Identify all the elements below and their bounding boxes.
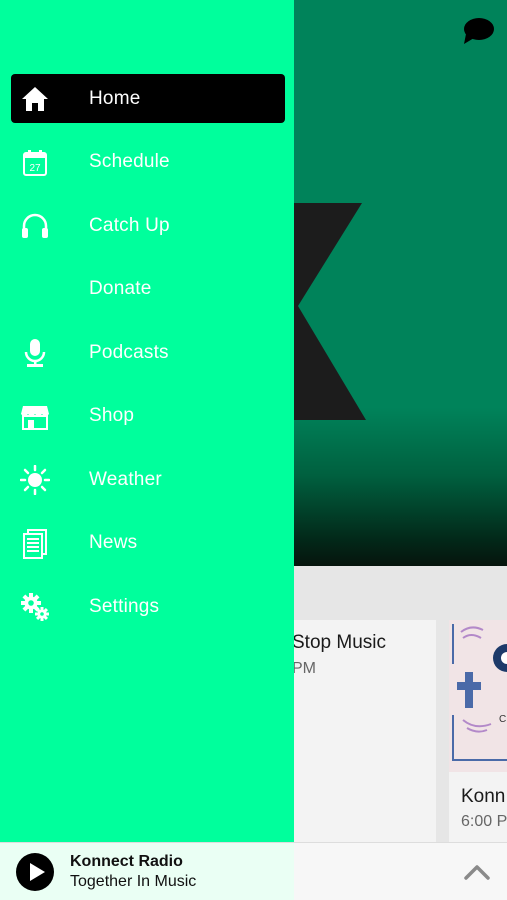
menu-item-weather[interactable]: Weather [11, 455, 285, 504]
menu-item-settings[interactable]: Settings [11, 582, 285, 631]
menu-item-news[interactable]: News [11, 519, 285, 568]
menu-item-label: Shop [89, 405, 135, 426]
menu-item-donate[interactable]: Donate [11, 265, 285, 314]
microphone-icon [20, 338, 50, 368]
svg-text:27: 27 [29, 163, 41, 174]
news-icon [20, 528, 50, 559]
menu-item-home[interactable]: Home [11, 74, 285, 123]
show-card-title: Konn [461, 786, 506, 807]
menu-item-label: Podcasts [89, 341, 169, 363]
player-station-name: Konnect Radio [70, 853, 183, 870]
player-tagline: Together In Music [70, 873, 197, 890]
show-card-time: 6:00 P [461, 813, 507, 830]
drawer-menu: Home 27 Schedule Catch Up Donate Podcast… [11, 74, 285, 646]
menu-item-schedule[interactable]: 27 Schedule [11, 138, 285, 187]
play-button[interactable] [15, 852, 55, 892]
menu-item-label: News [89, 532, 138, 553]
show-card-time: PM [292, 660, 316, 677]
menu-item-podcasts[interactable]: Podcasts [11, 328, 285, 377]
chevron-up-icon[interactable] [462, 859, 492, 885]
sun-icon [20, 465, 50, 495]
menu-item-label: Donate [89, 278, 152, 299]
menu-item-label: Weather [89, 468, 162, 490]
mini-player[interactable]: Konnect Radio Together In Music [0, 842, 507, 900]
chat-icon[interactable] [460, 16, 496, 46]
menu-item-label: Home [89, 87, 141, 109]
show-card-title: Stop Music [292, 632, 386, 653]
shop-icon [20, 402, 50, 432]
menu-item-label: Settings [89, 595, 160, 617]
menu-item-catch-up[interactable]: Catch Up [11, 201, 285, 250]
navigation-drawer: Home 27 Schedule Catch Up Donate Podcast… [0, 0, 294, 842]
calendar-icon: 27 [20, 148, 50, 178]
svg-text:C: C [499, 714, 506, 725]
gear-icon [20, 592, 50, 622]
menu-item-label: Catch Up [89, 214, 170, 236]
menu-item-label: Schedule [89, 151, 170, 172]
home-icon [20, 84, 50, 114]
show-card-image: C [449, 620, 507, 772]
headphones-icon [20, 211, 50, 241]
menu-item-shop[interactable]: Shop [11, 392, 285, 441]
